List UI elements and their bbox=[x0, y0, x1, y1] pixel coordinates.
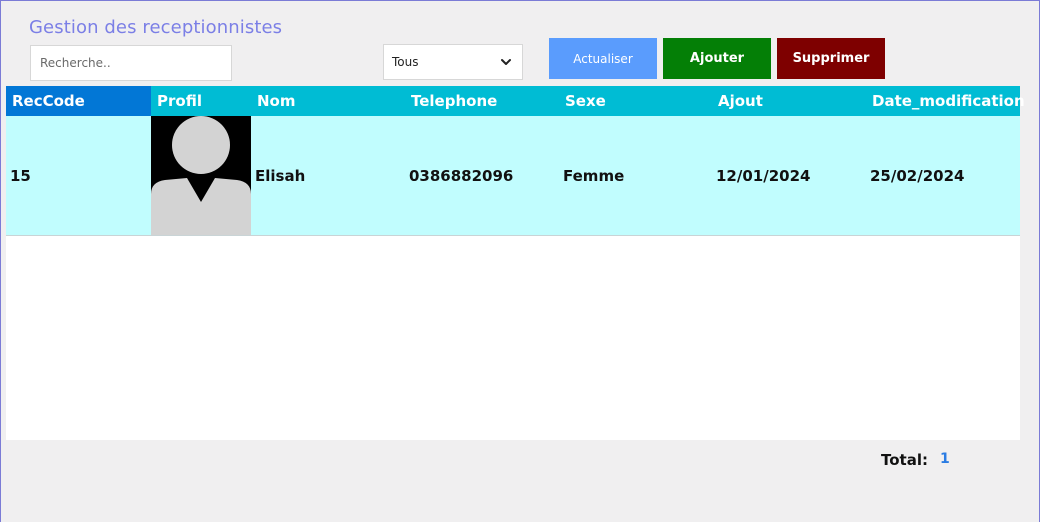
column-header-reccode[interactable]: RecCode bbox=[6, 86, 151, 116]
user-avatar-icon bbox=[151, 116, 251, 239]
cell-date-modification: 25/02/2024 bbox=[870, 167, 965, 185]
cell-ajout: 12/01/2024 bbox=[716, 167, 811, 185]
filter-select[interactable]: Tous bbox=[383, 44, 523, 80]
cell-sexe: Femme bbox=[563, 167, 625, 185]
column-header-ajout[interactable]: Ajout bbox=[712, 86, 866, 116]
total-value: 1 bbox=[940, 451, 950, 467]
cell-reccode: 15 bbox=[10, 167, 31, 185]
column-header-sexe[interactable]: Sexe bbox=[559, 86, 712, 116]
cell-telephone: 0386882096 bbox=[409, 167, 514, 185]
chevron-down-icon bbox=[501, 59, 511, 65]
table-header: RecCode Profil Nom Telephone Sexe Ajout … bbox=[6, 86, 1025, 116]
add-button[interactable]: Ajouter bbox=[663, 38, 771, 79]
page-title: Gestion des receptionnistes bbox=[29, 17, 283, 38]
cell-nom: Elisah bbox=[255, 167, 306, 185]
receptionists-table: RecCode Profil Nom Telephone Sexe Ajout … bbox=[6, 86, 1025, 440]
column-header-profil[interactable]: Profil bbox=[151, 86, 251, 116]
column-header-nom[interactable]: Nom bbox=[251, 86, 405, 116]
filter-selected-value: Tous bbox=[392, 55, 419, 69]
refresh-button[interactable]: Actualiser bbox=[549, 38, 657, 79]
total-label: Total: bbox=[881, 451, 928, 469]
table-row[interactable]: 15 Elisah 0386882096 Femme 12/01/2024 25… bbox=[6, 116, 1020, 239]
column-header-telephone[interactable]: Telephone bbox=[405, 86, 559, 116]
column-header-date-modification[interactable]: Date_modification bbox=[866, 86, 1025, 116]
delete-button[interactable]: Supprimer bbox=[777, 38, 885, 79]
search-input[interactable] bbox=[30, 45, 232, 81]
